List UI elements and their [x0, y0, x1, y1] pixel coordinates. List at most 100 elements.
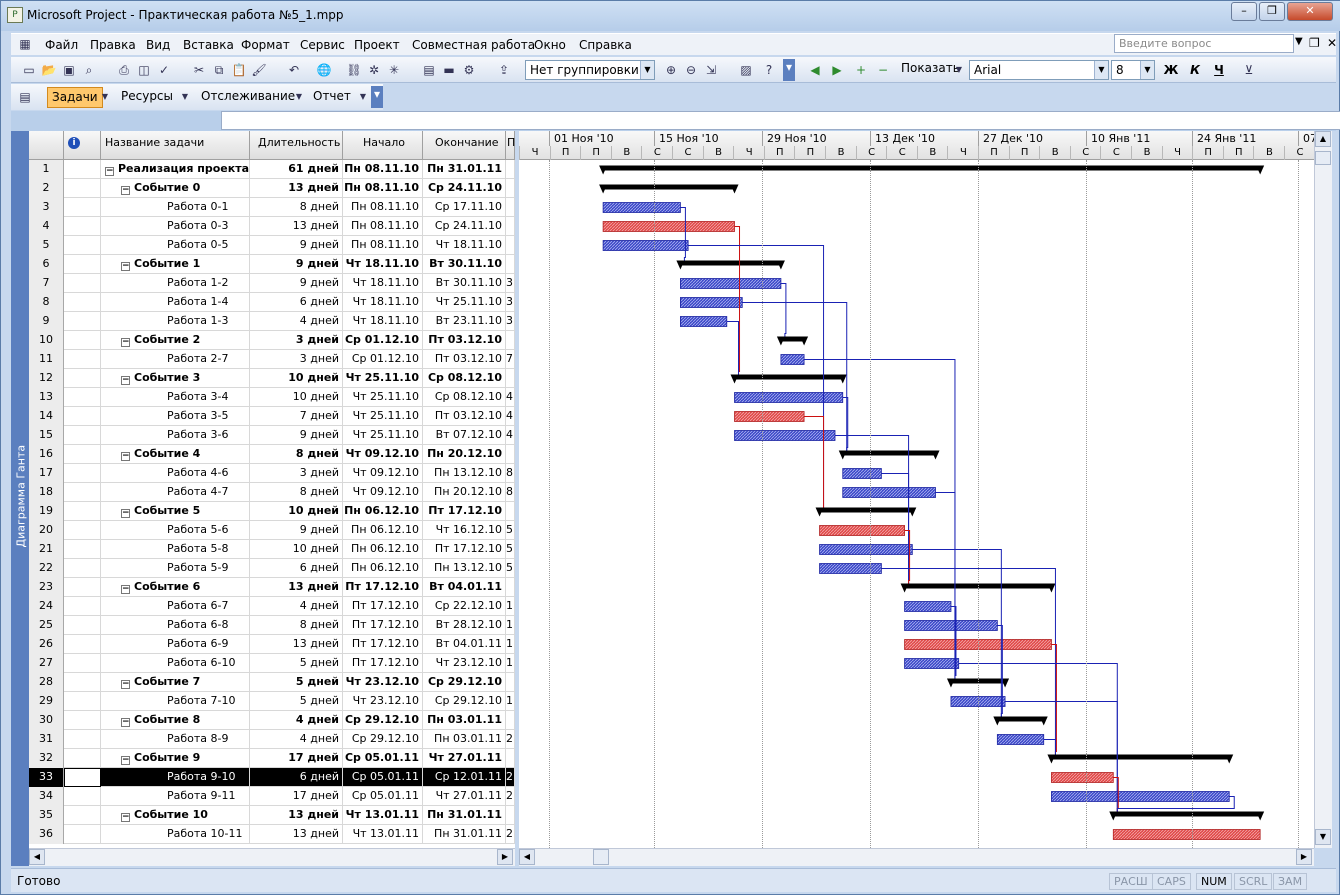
goto-task-icon[interactable]: ⇲ [703, 62, 719, 78]
duration-cell[interactable]: 10 дней [250, 369, 343, 388]
pred-cell[interactable]: 2 [506, 768, 515, 787]
finish-cell[interactable]: Ср 08.12.10 [423, 388, 506, 407]
tracking-button[interactable]: Отслеживание [197, 87, 299, 108]
duration-cell[interactable]: 4 дней [250, 730, 343, 749]
start-cell[interactable]: Ср 29.12.10 [343, 711, 423, 730]
doc-close-icon[interactable]: ✕ [1327, 36, 1337, 50]
table-row[interactable]: 16− Событие 48 дней Чт 09.12.10 Пн 20.12.10 [29, 445, 515, 464]
col-header-start[interactable]: Начало [343, 131, 423, 160]
finish-cell[interactable]: Вт 04.01.11 [423, 635, 506, 654]
start-cell[interactable]: Чт 18.11.10 [343, 255, 423, 274]
finish-cell[interactable]: Ср 24.11.10 [423, 179, 506, 198]
finish-cell[interactable]: Пт 03.12.10 [423, 350, 506, 369]
duration-cell[interactable]: 6 дней [250, 293, 343, 312]
pred-cell[interactable]: 2 [506, 730, 515, 749]
task-bar[interactable] [680, 316, 728, 327]
start-cell[interactable]: Пт 17.12.10 [343, 597, 423, 616]
finish-cell[interactable]: Пн 20.12.10 [423, 483, 506, 502]
start-cell[interactable]: Чт 13.01.11 [343, 825, 423, 844]
pred-cell[interactable]: 5 [506, 559, 515, 578]
duration-cell[interactable]: 17 дней [250, 787, 343, 806]
finish-cell[interactable]: Ср 22.12.10 [423, 597, 506, 616]
italic-button[interactable]: К [1187, 62, 1203, 78]
col-header-id[interactable] [29, 131, 64, 160]
menu-file[interactable]: Файл [45, 38, 78, 52]
task-name-cell[interactable]: Работа 4-6 [101, 464, 250, 483]
task-name-cell[interactable]: Работа 5-9 [101, 559, 250, 578]
pred-cell[interactable]: 3 [506, 293, 515, 312]
start-cell[interactable]: Чт 18.11.10 [343, 312, 423, 331]
task-name-cell[interactable]: Работа 6-9 [101, 635, 250, 654]
start-cell[interactable]: Пт 17.12.10 [343, 578, 423, 597]
pred-cell[interactable] [506, 502, 515, 521]
pred-cell[interactable]: 4 [506, 426, 515, 445]
grid-horizontal-scrollbar[interactable]: ◀ ▶ [29, 848, 515, 866]
table-row[interactable]: 5 Работа 0-5 9 дней Пн 08.11.10 Чт 18.11.10 [29, 236, 515, 255]
duration-cell[interactable]: 17 дней [250, 749, 343, 768]
task-name-cell[interactable]: − Событие 0 [101, 179, 250, 198]
collapse-icon[interactable]: − [121, 186, 130, 195]
hyperlink-icon[interactable]: 🌐 [316, 62, 332, 78]
finish-cell[interactable]: Пн 13.12.10 [423, 464, 506, 483]
task-name-cell[interactable]: − Событие 5 [101, 502, 250, 521]
format-painter-icon[interactable]: 🖌 [251, 62, 267, 78]
table-row[interactable]: 9 Работа 1-3 4 дней Чт 18.11.10 Вт 23.11.10 3 [29, 312, 515, 331]
start-cell[interactable]: Ср 05.01.11 [343, 768, 423, 787]
duration-cell[interactable]: 3 дней [250, 350, 343, 369]
finish-cell[interactable]: Пт 03.12.10 [423, 331, 506, 350]
duration-cell[interactable]: 10 дней [250, 540, 343, 559]
duration-cell[interactable]: 9 дней [250, 236, 343, 255]
task-bar[interactable] [1051, 791, 1230, 802]
task-name-cell[interactable]: − Событие 10 [101, 806, 250, 825]
table-row[interactable]: 8 Работа 1-4 6 дней Чт 18.11.10 Чт 25.11.10 3 [29, 293, 515, 312]
start-cell[interactable]: Пн 06.12.10 [343, 521, 423, 540]
duration-cell[interactable]: 5 дней [250, 673, 343, 692]
finish-cell[interactable]: Вт 30.11.10 [423, 255, 506, 274]
summary-bar[interactable] [603, 165, 1261, 171]
start-cell[interactable]: Пт 17.12.10 [343, 635, 423, 654]
finish-cell[interactable]: Вт 30.11.10 [423, 274, 506, 293]
tasks-chevron-icon[interactable]: ▼ [97, 89, 113, 105]
duration-cell[interactable]: 4 дней [250, 312, 343, 331]
task-bar[interactable] [680, 278, 782, 289]
collapse-icon[interactable]: − [121, 509, 130, 518]
toolbar2-options-icon[interactable]: ▾ [371, 86, 383, 108]
menu-tools[interactable]: Сервис [300, 38, 345, 52]
duration-cell[interactable]: 13 дней [250, 806, 343, 825]
finish-cell[interactable]: Ср 29.12.10 [423, 692, 506, 711]
tasks-button[interactable]: Задачи [47, 87, 103, 108]
task-name-cell[interactable]: Работа 6-8 [101, 616, 250, 635]
start-cell[interactable]: Чт 18.11.10 [343, 293, 423, 312]
collapse-icon[interactable]: − [121, 452, 130, 461]
start-cell[interactable]: Ср 29.12.10 [343, 730, 423, 749]
table-row[interactable]: 23− Событие 6 13 дней Пт 17.12.10 Вт 04.01.1… [29, 578, 515, 597]
pred-cell[interactable] [506, 369, 515, 388]
scroll-right-icon[interactable]: ▶ [497, 849, 513, 865]
zoom-in-icon[interactable]: ⊕ [663, 62, 679, 78]
duration-cell[interactable]: 8 дней [250, 445, 343, 464]
duration-cell[interactable]: 13 дней [250, 635, 343, 654]
task-name-cell[interactable]: − Событие 3 [101, 369, 250, 388]
task-name-cell[interactable]: Работа 4-7 [101, 483, 250, 502]
task-bar[interactable] [819, 563, 882, 574]
scroll-left-icon[interactable]: ◀ [519, 849, 535, 865]
pred-cell[interactable]: 8 [506, 464, 515, 483]
summary-bar[interactable] [603, 184, 735, 190]
collapse-icon[interactable]: − [121, 376, 130, 385]
collapse-icon[interactable]: − [121, 262, 130, 271]
summary-bar[interactable] [819, 507, 913, 513]
task-name-cell[interactable]: Работа 3-5 [101, 407, 250, 426]
finish-cell[interactable]: Пн 20.12.10 [423, 445, 506, 464]
pred-cell[interactable] [506, 198, 515, 217]
task-bar[interactable] [904, 601, 952, 612]
duration-cell[interactable]: 6 дней [250, 768, 343, 787]
pred-cell[interactable] [506, 578, 515, 597]
pred-cell[interactable] [506, 179, 515, 198]
task-name-cell[interactable]: − Событие 8 [101, 711, 250, 730]
help-search-input[interactable]: Введите вопрос [1114, 34, 1294, 53]
table-row[interactable]: 19− Событие 5 10 дней Пн 06.12.10 Пт 17.12.1… [29, 502, 515, 521]
start-cell[interactable]: Пн 08.11.10 [343, 179, 423, 198]
task-bar[interactable] [602, 202, 681, 213]
task-name-cell[interactable]: − Событие 7 [101, 673, 250, 692]
entry-input[interactable] [221, 111, 1340, 130]
